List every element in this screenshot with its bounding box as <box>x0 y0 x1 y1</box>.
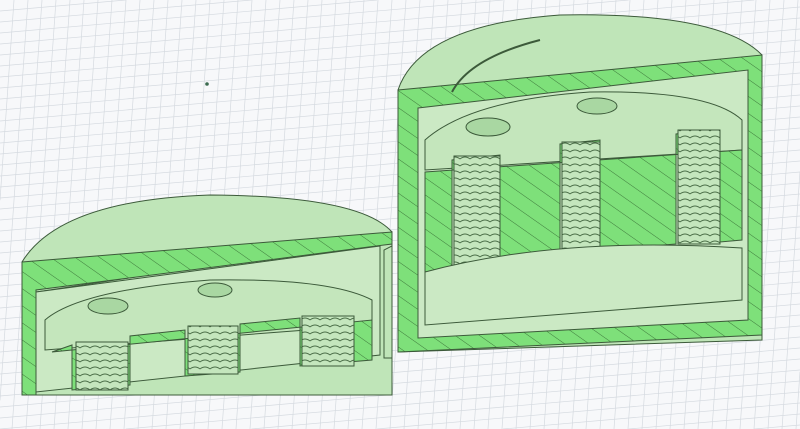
cad-viewport[interactable] <box>0 0 800 429</box>
short-sectioned-cap[interactable] <box>21 194 393 396</box>
grid-line <box>628 413 800 429</box>
threaded-hole <box>187 325 239 375</box>
threaded-hole <box>561 141 601 255</box>
origin-point-marker <box>205 82 209 86</box>
threaded-hole <box>453 155 501 269</box>
grid-line <box>795 371 800 429</box>
threaded-hole <box>301 315 355 367</box>
threaded-hole <box>75 341 129 391</box>
grid-line <box>0 0 126 12</box>
hole-opening <box>197 282 233 298</box>
grid-line <box>754 424 800 429</box>
threaded-hole <box>677 129 721 245</box>
tall-sectioned-cap[interactable] <box>397 14 763 353</box>
grid-line <box>0 0 15 201</box>
hole-opening <box>465 117 511 137</box>
grid-line <box>781 171 800 429</box>
hole-opening <box>576 97 618 115</box>
hole-opening <box>87 297 129 315</box>
viewport-canvas[interactable] <box>0 0 800 429</box>
grid-line <box>502 402 800 429</box>
